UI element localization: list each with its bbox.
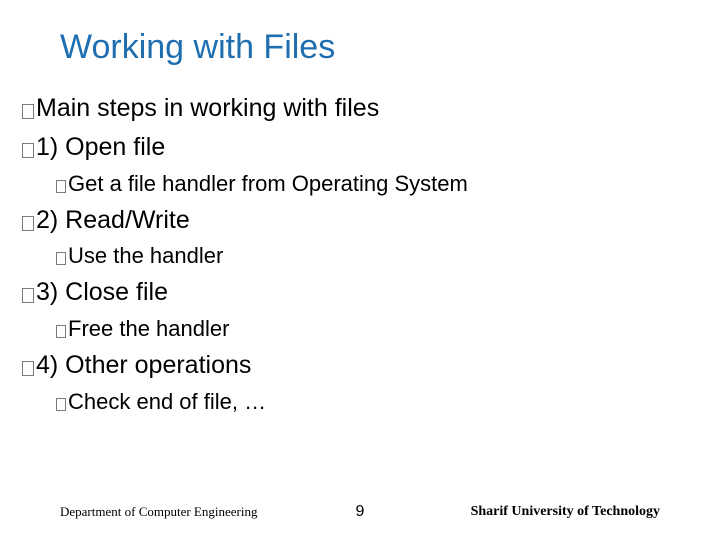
slide-title: Working with Files	[0, 28, 720, 67]
bullet-text: 2) Read/Write	[36, 201, 190, 240]
bullet-level1: 4) Other operations	[22, 346, 720, 385]
bullet-text: 4) Other operations	[36, 346, 251, 385]
bullet-level2: Free the handler	[22, 312, 720, 346]
footer-university: Sharif University of Technology	[471, 504, 660, 520]
bullet-icon	[56, 398, 66, 411]
footer-department: Department of Computer Engineering	[60, 504, 257, 520]
bullet-icon	[22, 143, 34, 158]
bullet-level2: Use the handler	[22, 239, 720, 273]
bullet-icon	[22, 288, 34, 303]
bullet-text: 1) Open file	[36, 128, 165, 167]
footer-page-number: 9	[356, 503, 365, 521]
bullet-text: Check end of file, …	[68, 385, 266, 419]
bullet-level2: Check end of file, …	[22, 385, 720, 419]
bullet-text: 3) Close file	[36, 273, 168, 312]
bullet-text: Main steps in working with files	[36, 89, 379, 128]
bullet-level1: 2) Read/Write	[22, 201, 720, 240]
bullet-icon	[56, 180, 66, 193]
slide-footer: Department of Computer Engineering 9 Sha…	[0, 504, 720, 520]
bullet-icon	[56, 252, 66, 265]
bullet-text: Free the handler	[68, 312, 229, 346]
bullet-level1: Main steps in working with files	[22, 89, 720, 128]
slide: Working with Files Main steps in working…	[0, 0, 720, 540]
bullet-icon	[22, 216, 34, 231]
slide-content: Main steps in working with files 1) Open…	[0, 89, 720, 419]
bullet-icon	[22, 361, 34, 376]
bullet-text: Get a file handler from Operating System	[68, 167, 468, 201]
bullet-icon	[22, 104, 34, 119]
bullet-level1: 1) Open file	[22, 128, 720, 167]
bullet-text: Use the handler	[68, 239, 223, 273]
bullet-icon	[56, 325, 66, 338]
bullet-level2: Get a file handler from Operating System	[22, 167, 720, 201]
bullet-level1: 3) Close file	[22, 273, 720, 312]
